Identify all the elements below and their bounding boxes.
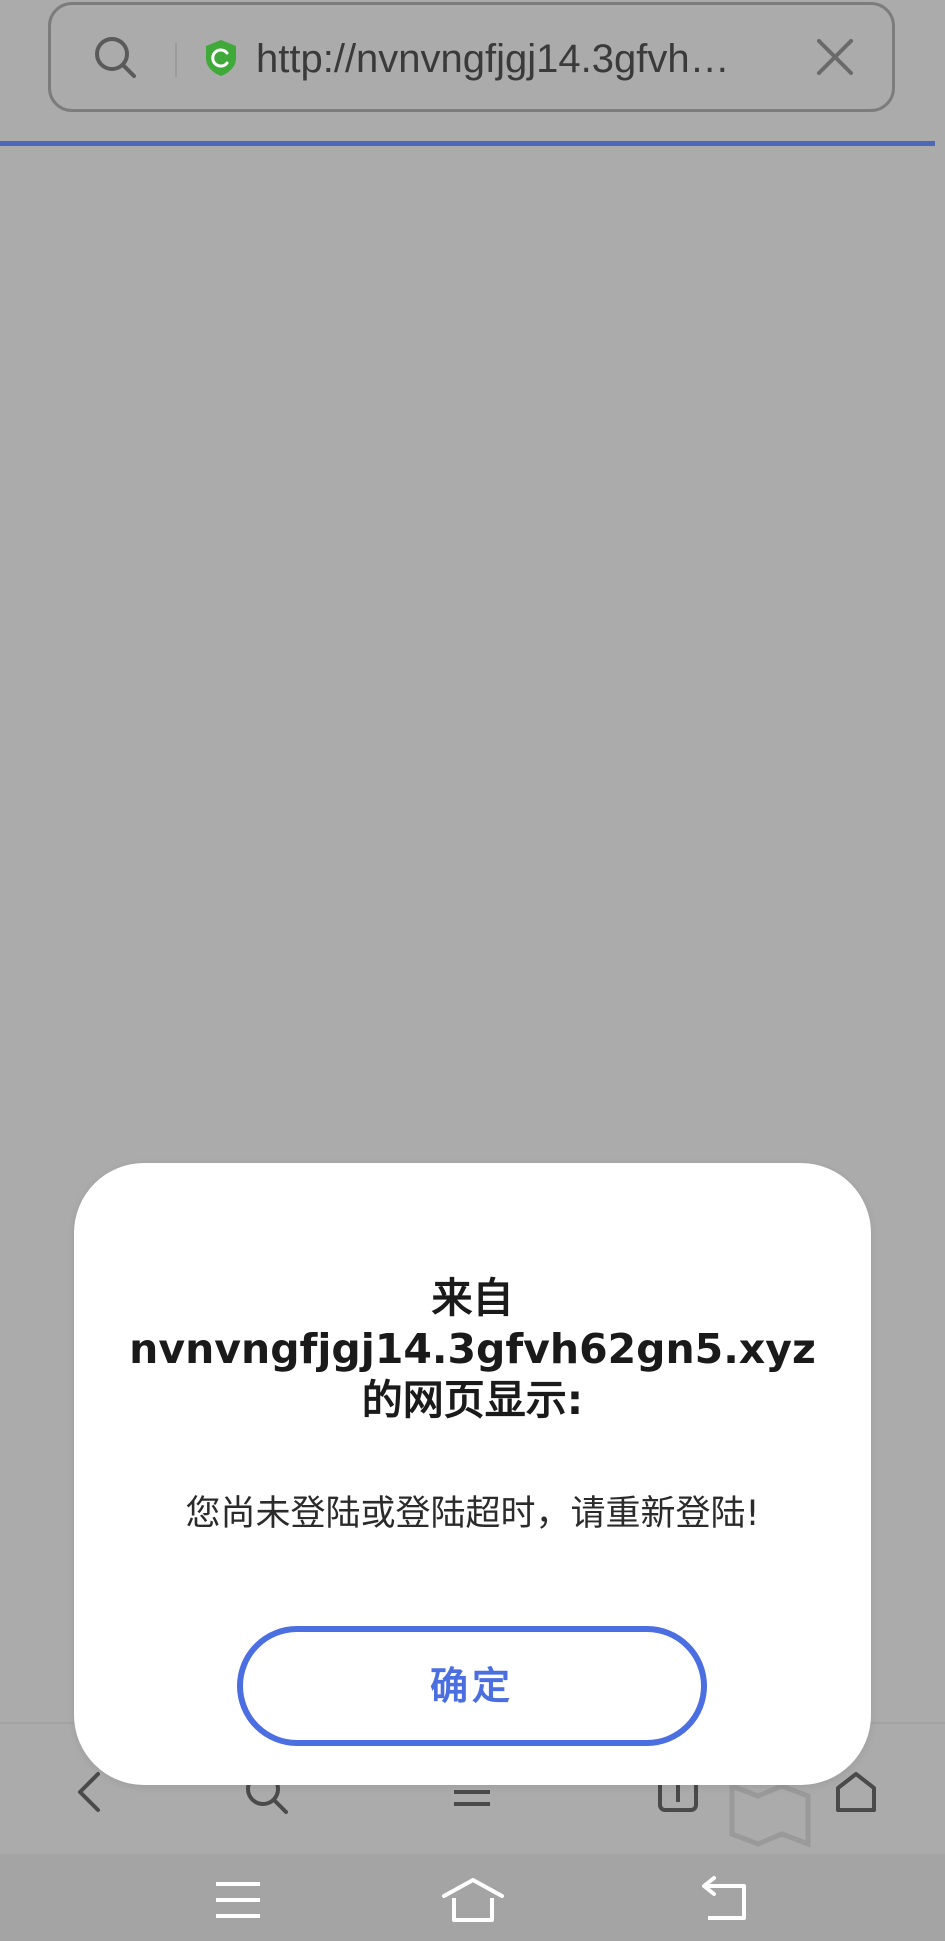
dialog-message: 您尚未登陆或登陆超时，请重新登陆! — [185, 1494, 760, 1534]
page-load-progress — [0, 141, 935, 146]
back-icon[interactable] — [694, 1876, 754, 1924]
close-icon[interactable] — [815, 37, 855, 77]
dialog-title-domain: nvnvngfjgj14.3gfvh62gn5.xyz — [129, 1325, 816, 1373]
system-navigation-bar — [0, 1854, 945, 1941]
address-bar[interactable]: http://nvnvngfjgj14.3gfvh… — [48, 2, 895, 112]
alert-dialog: 来自 nvnvngfjgj14.3gfvh62gn5.xyz 的网页显示: 您尚… — [74, 1163, 871, 1785]
dialog-title-prefix: 来自 — [431, 1274, 514, 1322]
url-text[interactable]: http://nvnvngfjgj14.3gfvh… — [256, 35, 816, 83]
browser-page: http://nvnvngfjgj14.3gfvh… 来自 nvnvngfjgj… — [0, 0, 945, 1941]
dialog-title-suffix: 的网页显示: — [361, 1376, 584, 1424]
bookmark-icon[interactable] — [728, 1780, 812, 1850]
recent-apps-icon[interactable] — [208, 1876, 268, 1924]
shield-icon — [206, 40, 236, 76]
home-icon[interactable] — [440, 1876, 506, 1924]
address-divider — [175, 43, 177, 77]
search-icon[interactable] — [93, 35, 137, 79]
home-icon[interactable] — [832, 1768, 880, 1816]
confirm-button[interactable]: 确定 — [237, 1626, 707, 1746]
back-icon[interactable] — [66, 1768, 114, 1816]
dialog-title: 来自 nvnvngfjgj14.3gfvh62gn5.xyz 的网页显示: — [74, 1273, 871, 1426]
